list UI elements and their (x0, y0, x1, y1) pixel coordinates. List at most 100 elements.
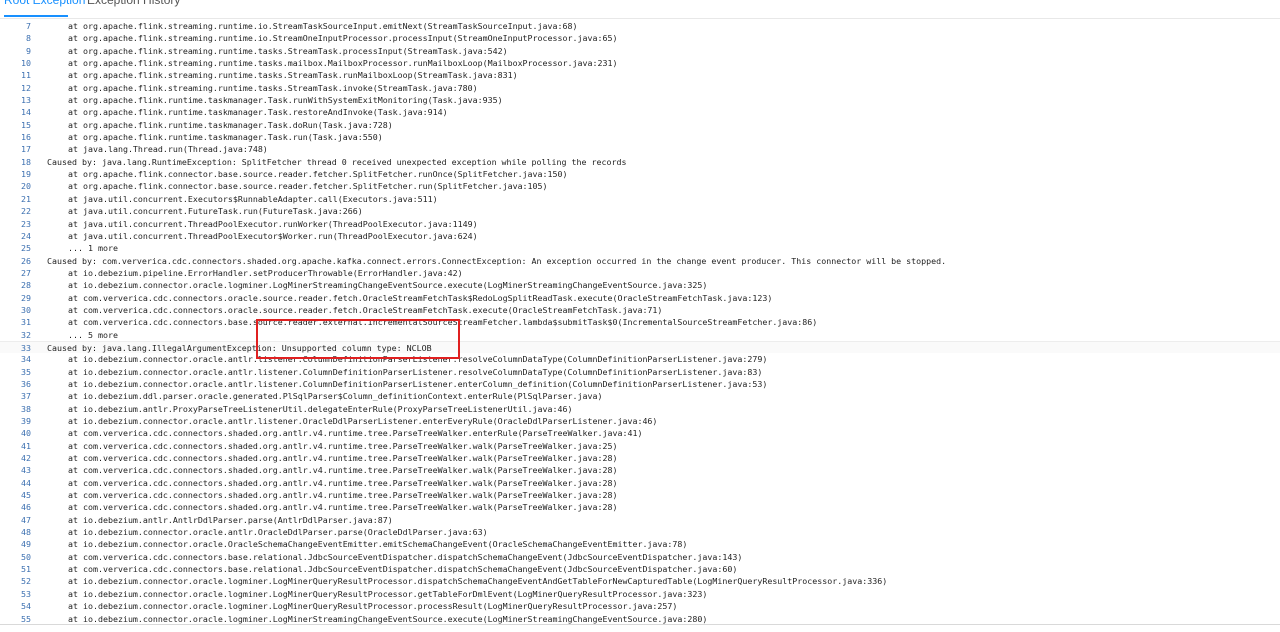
caused-by-text: Caused by: java.lang.RuntimeException: S… (47, 156, 627, 167)
code-line: 42 at com.ververica.cdc.connectors.shaded… (0, 452, 1280, 464)
code-line: 48 at io.debezium.connector.oracle.antlr.… (0, 526, 1280, 538)
code-line: 19 at org.apache.flink.connector.base.sou… (0, 168, 1280, 180)
frame-text: at io.debezium.antlr.ProxyParseTreeListe… (68, 403, 573, 414)
caused-by-text: Caused by: com.ververica.cdc.connectors.… (47, 255, 947, 266)
line-number: 49 (21, 539, 31, 550)
code-line: 52 at io.debezium.connector.oracle.logmin… (0, 575, 1280, 587)
code-line: 9 at org.apache.flink.streaming.runtime.t… (0, 45, 1280, 57)
frame-text: at io.debezium.connector.oracle.antlr.li… (68, 416, 658, 426)
frame-text: at com.ververica.cdc.connectors.shaded.o… (68, 502, 618, 513)
line-number: 24 (21, 230, 31, 241)
frame-text: at org.apache.flink.runtime.taskmanager.… (68, 132, 383, 143)
code-line: 41 at com.ververica.cdc.connectors.shaded… (0, 440, 1280, 452)
frame-text: at java.util.concurrent.FutureTask.run(F… (68, 206, 363, 217)
frame-text: at io.debezium.connector.oracle.antlr.li… (68, 366, 763, 377)
frame-text: at io.debezium.connector.oracle.OracleSc… (68, 539, 688, 550)
line-number: 55 (21, 613, 31, 624)
code-line: 7 at org.apache.flink.streaming.runtime.i… (0, 20, 1280, 32)
line-number: 36 (21, 378, 31, 389)
line-number: 47 (21, 514, 31, 525)
frame-text: at com.ververica.cdc.connectors.base.rel… (68, 564, 738, 575)
code-line: 15 at org.apache.flink.runtime.taskmanage… (0, 119, 1280, 131)
line-number: 17 (21, 144, 31, 155)
line-number: 28 (21, 280, 31, 291)
tab-root-exception[interactable]: Root Exception (4, 0, 85, 11)
line-number: 46 (21, 502, 31, 513)
code-line: 50 at com.ververica.cdc.connectors.base.r… (0, 551, 1280, 563)
frame-text: at com.ververica.cdc.connectors.base.sou… (68, 317, 818, 328)
code-line: 40 at com.ververica.cdc.connectors.shaded… (0, 427, 1280, 439)
code-line: 45 at com.ververica.cdc.connectors.shaded… (0, 489, 1280, 501)
line-number: 29 (21, 292, 31, 303)
code-line: 8 at org.apache.flink.streaming.runtime.i… (0, 32, 1280, 44)
frame-text: at org.apache.flink.streaming.runtime.ta… (68, 82, 478, 93)
code-line: 25 ... 1 more (0, 242, 1280, 254)
line-number: 37 (21, 391, 31, 402)
line-number: 48 (21, 527, 31, 538)
line-number: 30 (21, 304, 31, 315)
stack-trace-viewer[interactable]: 7 at org.apache.flink.streaming.runtime.i… (0, 20, 1280, 624)
line-number: 41 (21, 440, 31, 451)
line-number: 54 (21, 601, 31, 612)
line-number: 27 (21, 267, 31, 278)
code-line: 33 Caused by: java.lang.IllegalArgumentEx… (0, 340, 1280, 354)
line-number: 15 (21, 119, 31, 130)
line-number: 38 (21, 403, 31, 414)
line-number: 22 (21, 206, 31, 217)
code-line: 35 at io.debezium.connector.oracle.antlr.… (0, 366, 1280, 378)
frame-text: at com.ververica.cdc.connectors.shaded.o… (68, 440, 618, 451)
code-line: 39 at io.debezium.connector.oracle.antlr.… (0, 415, 1280, 427)
line-number: 44 (21, 477, 31, 488)
line-number: 45 (21, 490, 31, 501)
line-number: 52 (21, 576, 31, 587)
code-line: 20 at org.apache.flink.connector.base.sou… (0, 180, 1280, 192)
line-number: 7 (26, 21, 31, 31)
code-line: 11 at org.apache.flink.streaming.runtime.… (0, 69, 1280, 81)
code-line: 46 at com.ververica.cdc.connectors.shaded… (0, 501, 1280, 513)
line-number: 53 (21, 588, 31, 599)
line-number: 20 (21, 181, 31, 192)
frame-text: at java.util.concurrent.ThreadPoolExecut… (68, 218, 478, 229)
code-line: 30 at com.ververica.cdc.connectors.oracle… (0, 304, 1280, 316)
line-number: 19 (21, 169, 31, 180)
frame-text: at io.debezium.connector.oracle.logminer… (68, 576, 888, 587)
code-line: 31 at com.ververica.cdc.connectors.base.s… (0, 316, 1280, 328)
code-line: 21 at java.util.concurrent.Executors$Runn… (0, 193, 1280, 205)
frame-text: at org.apache.flink.streaming.runtime.ta… (68, 70, 518, 81)
code-line: 23 at java.util.concurrent.ThreadPoolExec… (0, 218, 1280, 230)
line-number: 23 (21, 218, 31, 229)
frame-text: at org.apache.flink.connector.base.sourc… (68, 169, 568, 180)
line-number: 11 (21, 70, 31, 81)
code-line: 49 at io.debezium.connector.oracle.Oracle… (0, 538, 1280, 550)
frame-text: at io.debezium.antlr.AntlrDdlParser.pars… (68, 514, 393, 525)
frame-text: at io.debezium.connector.oracle.logminer… (68, 601, 678, 612)
tab-exception-history[interactable]: Exception History (87, 0, 180, 11)
frame-text: at com.ververica.cdc.connectors.shaded.o… (68, 465, 618, 476)
frame-text: at io.debezium.connector.oracle.logminer… (68, 280, 708, 291)
frame-text: at org.apache.flink.runtime.taskmanager.… (68, 107, 448, 118)
line-number: 32 (21, 329, 31, 340)
frame-text: at org.apache.flink.runtime.taskmanager.… (68, 95, 503, 106)
frame-text: at io.debezium.connector.oracle.logminer… (68, 588, 708, 599)
code-line: 28 at io.debezium.connector.oracle.logmin… (0, 279, 1280, 291)
code-line: 22 at java.util.concurrent.FutureTask.run… (0, 205, 1280, 217)
frame-text: at com.ververica.cdc.connectors.shaded.o… (68, 428, 643, 439)
line-number: 26 (21, 255, 31, 266)
frame-text: at com.ververica.cdc.connectors.shaded.o… (68, 453, 618, 464)
line-number: 13 (21, 95, 31, 106)
frame-text: at com.ververica.cdc.connectors.base.rel… (68, 551, 743, 562)
code-line: 53 at io.debezium.connector.oracle.logmin… (0, 588, 1280, 600)
code-line: 54 at io.debezium.connector.oracle.logmin… (0, 600, 1280, 612)
frame-text: at org.apache.flink.runtime.taskmanager.… (68, 119, 393, 130)
line-number: 10 (21, 58, 31, 69)
code-line: 10 at org.apache.flink.streaming.runtime.… (0, 57, 1280, 69)
line-number: 34 (21, 354, 31, 365)
frame-text: at org.apache.flink.streaming.runtime.io… (68, 21, 578, 31)
code-line: 44 at com.ververica.cdc.connectors.shaded… (0, 477, 1280, 489)
frame-text: at io.debezium.pipeline.ErrorHandler.set… (68, 267, 463, 278)
frame-text: at org.apache.flink.streaming.runtime.ta… (68, 58, 618, 69)
line-number: 8 (26, 33, 31, 44)
frame-text: at io.debezium.ddl.parser.oracle.generat… (68, 391, 603, 402)
line-number: 14 (21, 107, 31, 118)
frame-text: at io.debezium.connector.oracle.logminer… (68, 613, 708, 624)
